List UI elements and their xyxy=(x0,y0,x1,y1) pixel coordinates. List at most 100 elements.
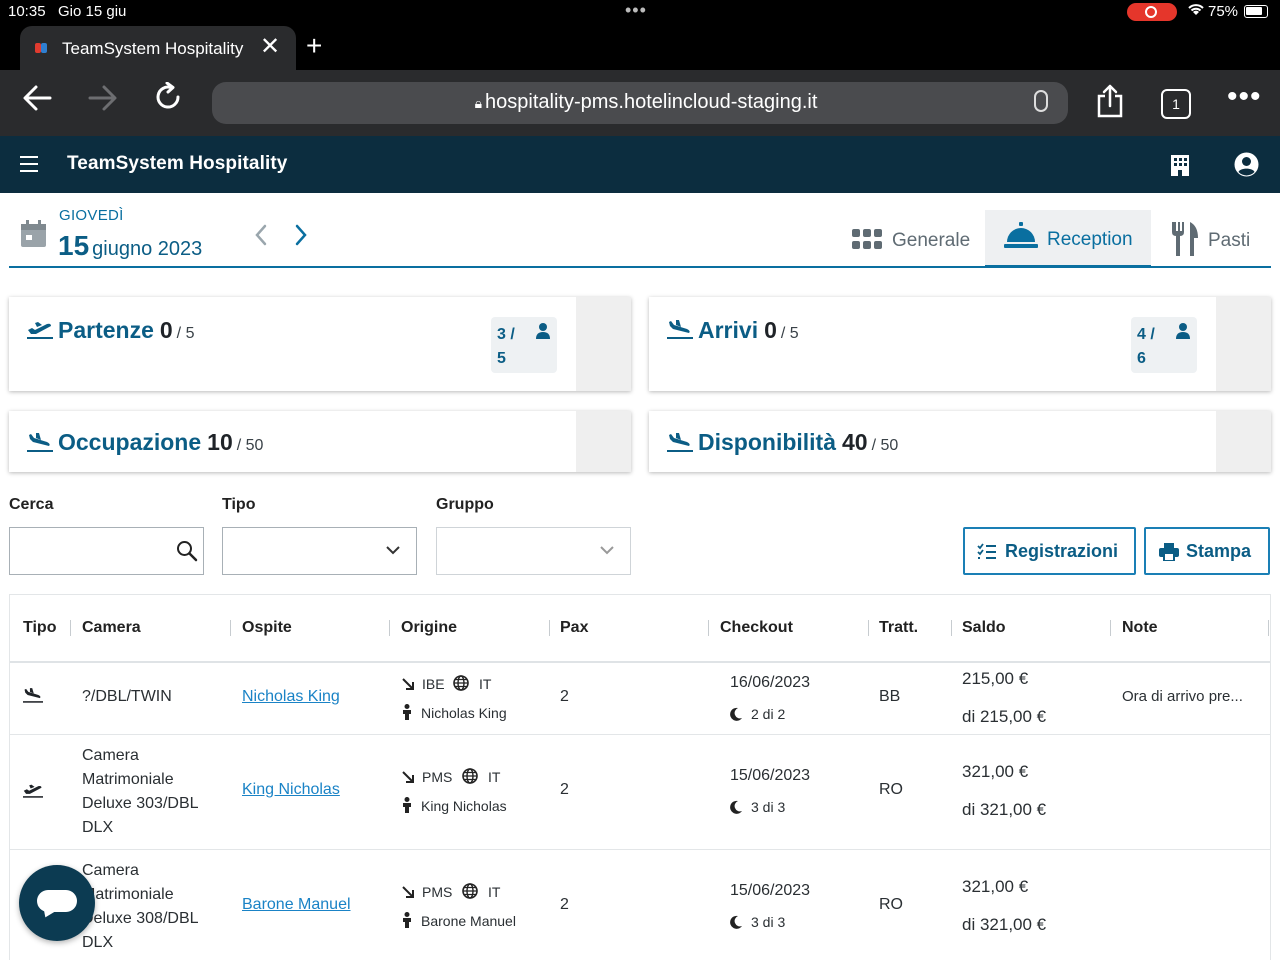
checkout-nights: 3 di 3 xyxy=(751,914,786,930)
guest-link[interactable]: Barone Manuel xyxy=(242,896,351,914)
col-ospite[interactable]: Ospite xyxy=(242,619,292,637)
partenze-pax-top: 3 / xyxy=(497,326,515,343)
card-partenze-side xyxy=(576,297,631,391)
calendar-icon[interactable] xyxy=(20,220,47,248)
cerca-label: Cerca xyxy=(9,496,54,513)
col-note[interactable]: Note xyxy=(1122,619,1158,637)
col-separator xyxy=(70,620,71,636)
globe-icon xyxy=(462,883,478,899)
forward-arrow-icon[interactable] xyxy=(88,84,118,120)
multitasking-dots-icon[interactable]: ••• xyxy=(625,0,647,21)
share-icon[interactable] xyxy=(1096,84,1124,118)
tipo-label: Tipo xyxy=(222,496,256,513)
col-tipo[interactable]: Tipo xyxy=(23,619,56,637)
more-options-icon[interactable]: ••• xyxy=(1227,80,1262,114)
note-cell[interactable]: Ora di arrivo pre... xyxy=(1122,688,1243,705)
saldo-cell: 321,00 € xyxy=(962,762,1029,781)
status-date: Gio 15 giu xyxy=(58,3,127,20)
checkout-date: 16/06/2023 xyxy=(730,674,811,691)
camera-line: Deluxe 308/DBL xyxy=(82,910,199,927)
tab-reception-label: Reception xyxy=(1047,229,1133,250)
table-row[interactable]: Camera Matrimoniale Deluxe 303/DBL DLX K… xyxy=(10,736,1270,850)
printer-icon xyxy=(1159,543,1179,561)
header-divider xyxy=(9,266,1271,268)
current-date[interactable]: 15 giugno 2023 xyxy=(58,230,202,262)
next-day-chevron-icon[interactable] xyxy=(294,222,308,253)
new-tab-icon[interactable]: + xyxy=(306,30,322,62)
checklist-icon xyxy=(977,543,996,559)
col-saldo[interactable]: Saldo xyxy=(962,619,1006,637)
card-partenze-title: Partenze xyxy=(58,317,154,343)
arrival-plane-icon xyxy=(23,687,43,703)
close-tab-icon[interactable]: ✕ xyxy=(260,32,280,61)
user-account-icon[interactable] xyxy=(1234,152,1259,177)
col-origine[interactable]: Origine xyxy=(401,619,457,637)
moon-icon xyxy=(729,707,743,721)
reload-icon[interactable] xyxy=(153,81,183,120)
app-header: TeamSystem Hospitality xyxy=(0,136,1280,193)
origin-guest: King Nicholas xyxy=(421,798,507,814)
card-arrivi[interactable]: Arrivi 0/ 5 4 /6 xyxy=(649,297,1271,391)
col-tratt[interactable]: Tratt. xyxy=(879,619,918,637)
origin-guest: Barone Manuel xyxy=(421,913,516,929)
search-icon[interactable] xyxy=(176,540,198,562)
origin-channel: IBE xyxy=(422,676,445,692)
screen-recording-icon[interactable] xyxy=(1127,3,1177,21)
moon-icon xyxy=(729,800,743,814)
status-bar: 10:35 Gio 15 giu ••• 75% xyxy=(0,0,1280,24)
registrazioni-button[interactable]: Registrazioni xyxy=(963,527,1136,575)
tratt-cell: BB xyxy=(879,688,901,705)
tab-generale[interactable]: Generale xyxy=(852,210,972,268)
person-icon xyxy=(401,912,415,928)
card-disponibilita-title: Disponibilità xyxy=(698,429,836,455)
card-partenze-total: / 5 xyxy=(176,325,195,342)
col-checkout[interactable]: Checkout xyxy=(720,619,793,637)
tab-reception[interactable]: Reception xyxy=(985,210,1151,268)
card-arrivi-value: 0 xyxy=(764,317,777,343)
browser-tab-strip: TeamSystem Hospitality ✕ + xyxy=(0,24,1280,70)
card-partenze-value: 0 xyxy=(159,317,173,343)
col-separator xyxy=(230,620,231,636)
month-year: giugno 2023 xyxy=(92,238,203,260)
address-bar[interactable]: 🔒︎ hospitality-pms.hotelincloud-staging.i… xyxy=(212,82,1068,124)
previous-day-chevron-icon[interactable] xyxy=(254,222,268,253)
registrazioni-label: Registrazioni xyxy=(1005,541,1119,561)
card-arrivi-total: / 5 xyxy=(780,325,799,342)
arrival-plane-icon xyxy=(667,432,693,452)
favicon-icon xyxy=(35,41,49,55)
stampa-button[interactable]: Stampa xyxy=(1144,527,1270,575)
search-input[interactable] xyxy=(9,527,204,575)
browser-toolbar: 🔒︎ hospitality-pms.hotelincloud-staging.i… xyxy=(0,70,1280,136)
menu-hamburger-icon[interactable] xyxy=(20,156,38,172)
moon-icon xyxy=(729,915,743,929)
col-separator xyxy=(549,620,550,636)
guest-link[interactable]: Nicholas King xyxy=(242,688,340,706)
building-icon[interactable] xyxy=(1170,154,1190,176)
chat-support-button[interactable] xyxy=(19,865,95,941)
origin-channel: PMS xyxy=(422,884,453,900)
microphone-icon[interactable] xyxy=(1034,90,1048,112)
lock-icon: 🔒︎ xyxy=(474,95,483,111)
browser-tab-title: TeamSystem Hospitality xyxy=(62,39,244,58)
card-partenze[interactable]: Partenze 0/ 5 3 /5 xyxy=(9,297,631,391)
camera-line: Deluxe 303/DBL xyxy=(82,795,199,812)
chevron-down-icon xyxy=(600,543,614,557)
camera-line: Camera xyxy=(82,747,139,764)
col-pax[interactable]: Pax xyxy=(560,619,588,637)
col-camera[interactable]: Camera xyxy=(82,619,141,637)
table-row[interactable]: Camera Matrimoniale Deluxe 308/DBL DLX B… xyxy=(10,851,1270,960)
browser-tab[interactable]: TeamSystem Hospitality ✕ xyxy=(20,26,296,70)
card-occupazione[interactable]: Occupazione 10/ 50 xyxy=(9,411,631,472)
tab-overview-button[interactable]: 1 xyxy=(1161,89,1191,119)
back-arrow-icon[interactable] xyxy=(22,84,52,120)
tab-pasti[interactable]: Pasti xyxy=(1168,210,1268,268)
card-disponibilita[interactable]: Disponibilità 40/ 50 xyxy=(649,411,1271,472)
battery-icon xyxy=(1244,5,1268,18)
globe-icon xyxy=(462,768,478,784)
gruppo-select[interactable] xyxy=(436,527,631,575)
table-row[interactable]: ?/DBL/TWIN Nicholas King IBE IT Nicholas… xyxy=(10,663,1270,735)
guest-link[interactable]: King Nicholas xyxy=(242,781,340,799)
checkout-nights: 2 di 2 xyxy=(751,706,786,722)
tipo-select[interactable] xyxy=(222,527,417,575)
utensils-icon xyxy=(1170,222,1200,262)
